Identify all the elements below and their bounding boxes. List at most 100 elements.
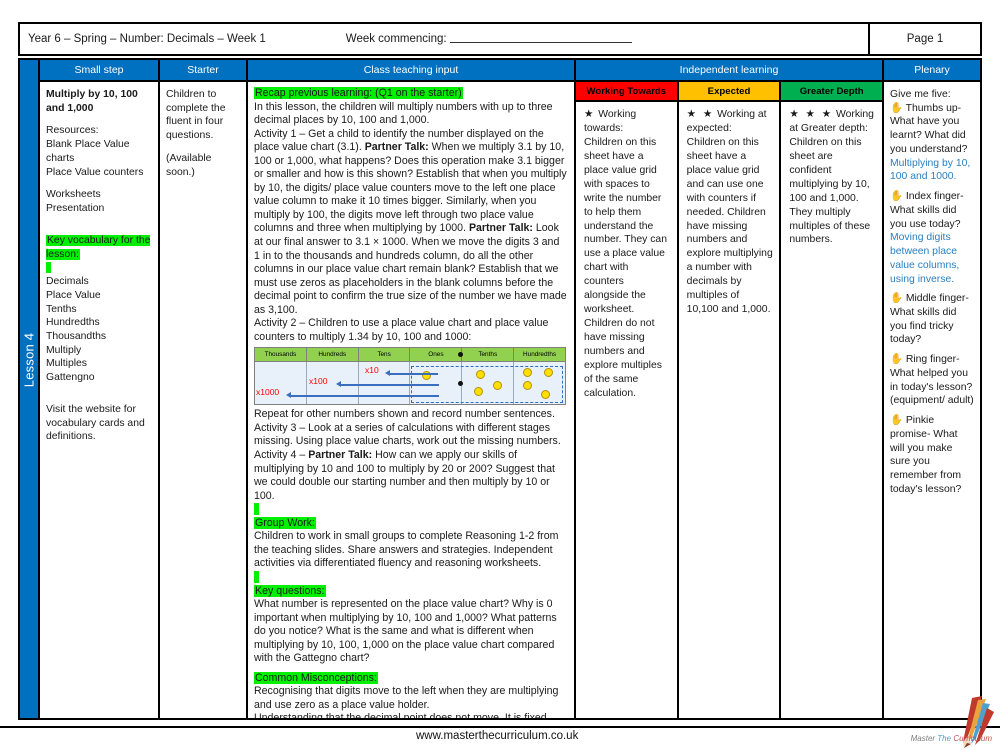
vocab-heading: Key vocabulary for the lesson:: [46, 234, 151, 260]
pv-header-row: Thousands Hundreds Tens Ones Tenths Hund…: [255, 348, 565, 363]
lesson-spine: Lesson 4: [20, 60, 40, 718]
vocab-item-1: Place Value: [46, 289, 101, 301]
column-plenary: Plenary Give me five: ✋ Thumbs up- What …: [884, 60, 980, 718]
header-starter: Starter: [160, 60, 246, 82]
arrow-x100-label: x100: [309, 376, 328, 387]
arrow-x1000-label: x1000: [256, 387, 280, 398]
misconception-item-1: Understanding that the decimal point doe…: [254, 712, 568, 718]
footer-divider: [0, 726, 1000, 728]
plenary-item-4: ✋ Pinkie promise- What will you make sur…: [890, 414, 974, 496]
pv-col-thousands: Thousands: [255, 348, 307, 363]
vocab-item-2: Tenths: [46, 303, 77, 315]
expected-star-line: ★ ★ Working at expected:: [687, 108, 774, 136]
misconception-item-0: Recognising that digits move to the left…: [254, 685, 559, 711]
activity1-part-b: When we multiply 3.1 by 10, 100 or 1,000…: [254, 141, 567, 235]
group-work-body: Children to work in small groups to comp…: [254, 530, 559, 570]
vocab-item-4: Thousandths: [46, 331, 107, 343]
plenary-item-2: ✋ Middle finger- What skills did you fin…: [890, 292, 974, 347]
expected-stars: ★ ★: [686, 109, 715, 120]
pv-cell-tenths: [462, 362, 515, 405]
vocab-item-3: Hundredths: [46, 317, 100, 329]
header-plenary: Plenary: [884, 60, 980, 82]
logo-word-2: Curriculum: [953, 734, 992, 743]
pv-col-hundredths: Hundredths: [514, 348, 565, 363]
place-value-chart: Thousands Hundreds Tens Ones Tenths Hund…: [254, 347, 566, 406]
plenary-item-1: ✋ Index finger- What skills did you use …: [890, 190, 974, 286]
plenary-body: Give me five: ✋ Thumbs up- What have you…: [884, 82, 980, 718]
arrow-x10-label: x10: [365, 365, 379, 376]
website-note: Visit the website for vocabulary cards a…: [46, 403, 145, 443]
resource-item-0: Blank Place Value charts: [46, 139, 130, 164]
teaching-activity-3: Activity 3 – Look at a series of calcula…: [254, 421, 561, 448]
plenary-item-3: ✋ Ring finger- What helped you in today'…: [890, 353, 974, 408]
vocab-item-6: Multiples: [46, 358, 87, 370]
pv-col-hundreds: Hundreds: [306, 348, 359, 363]
teaching-body: Recap previous learning: (Q1 on the star…: [248, 82, 574, 718]
vocab-item-5: Multiply: [46, 344, 82, 356]
partner-talk-label-1: Partner Talk:: [364, 141, 429, 154]
badge-greater-depth: Greater Depth: [781, 82, 883, 102]
greater-depth-star-line: ★ ★ ★ Working at Greater depth:: [789, 108, 876, 136]
arrow-x1000-line: [291, 395, 439, 398]
group-work-heading: Group Work:: [254, 516, 316, 529]
lesson-label: Lesson 4: [20, 60, 38, 718]
arrow-x100-line: [341, 384, 439, 387]
hand-icon-4: ✋: [890, 415, 903, 427]
plenary-answer-1: Moving digits between place value column…: [890, 232, 960, 285]
independent-subcolumns: Working Towards ★ Working towards: Child…: [576, 82, 883, 718]
working-towards-stars: ★: [584, 109, 596, 120]
plenary-item-0: ✋ Thumbs up- What have you learnt? What …: [890, 102, 974, 184]
greater-depth-text: Children on this sheet are confident mul…: [789, 136, 871, 246]
counter-hundredths-1: [523, 368, 533, 378]
column-starter: Starter Children to complete the fluent …: [160, 60, 248, 718]
key-questions-heading: Key questions:: [254, 584, 326, 597]
plenary-question-4: Pinkie promise- What will you make sure …: [890, 415, 962, 495]
counter-tenths-3: [474, 387, 484, 397]
working-towards-body: ★ Working towards: Children on this shee…: [576, 102, 677, 718]
pv-col-ones: Ones: [410, 348, 463, 363]
pv-cell-ones: [410, 362, 463, 405]
week-commencing-label: Week commencing:: [345, 33, 447, 45]
badge-expected: Expected: [678, 82, 780, 102]
activity1-part-c: Look at our final answer to 3.1 × 1000. …: [254, 222, 567, 316]
teaching-activity-4: Activity 4 – Partner Talk: How can we ap…: [254, 449, 568, 503]
pv-col-tens: Tens: [358, 348, 411, 363]
expected-body: ★ ★ Working at expected: Children on thi…: [679, 102, 780, 718]
arrow-x100-head: [336, 381, 341, 388]
footer-url[interactable]: www.masterthecurriculum.co.uk: [416, 730, 578, 742]
vocab-item-0: Decimals: [46, 276, 89, 288]
key-questions-body: What number is represented on the place …: [254, 598, 557, 665]
column-small-step: Small step Multiply by 10, 100 and 1,000…: [40, 60, 160, 718]
counter-hundredths-2: [544, 368, 554, 378]
activity4-part-a: Activity 4 –: [254, 449, 306, 462]
week-commencing-blank[interactable]: [449, 42, 632, 43]
lesson-label-text: Lesson 4: [21, 332, 37, 388]
partner-talk-label-2: Partner Talk:: [468, 222, 533, 235]
pv-cell-hundredths: [514, 362, 565, 404]
document-header: Year 6 – Spring – Number: Decimals – Wee…: [18, 22, 982, 56]
starter-line-2: (Available soon.): [166, 152, 212, 178]
recap-heading: Recap previous learning: (Q1 on the star…: [254, 87, 463, 99]
column-independent-learning: Independent learning Working Towards ★ W…: [576, 60, 884, 718]
working-towards-star-line: ★ Working towards:: [584, 108, 671, 136]
counter-tenths-1: [476, 370, 486, 380]
working-towards-text: Children on this sheet have a place valu…: [584, 136, 667, 399]
partner-talk-label-3: Partner Talk:: [308, 449, 373, 462]
arrow-x10-head: [385, 370, 390, 377]
hand-icon-3: ✋: [890, 354, 903, 366]
badge-working-towards: Working Towards: [576, 82, 677, 102]
worksheet-page: Year 6 – Spring – Number: Decimals – Wee…: [0, 0, 1000, 750]
hand-icon-0: ✋: [890, 102, 903, 114]
small-step-body: Multiply by 10, 100 and 1,000 Resources:…: [40, 82, 158, 718]
pv-col-tenths: Tenths: [462, 348, 515, 363]
plenary-question-3: Ring finger- What helped you in today's …: [890, 354, 974, 407]
plenary-intro: Give me five:: [890, 89, 951, 100]
counter-hundredths-3: [523, 381, 533, 391]
independent-greater-depth: Greater Depth ★ ★ ★ Working at Greater d…: [781, 82, 883, 718]
resource-item-1: Place Value counters: [46, 166, 144, 178]
hand-icon-1: ✋: [890, 191, 903, 203]
material-item-1: Presentation: [46, 203, 105, 215]
counter-hundredths-4: [541, 390, 551, 400]
logo-wordmark: Master The Curriculum: [911, 734, 992, 743]
logo-word-0: Master: [910, 734, 936, 743]
